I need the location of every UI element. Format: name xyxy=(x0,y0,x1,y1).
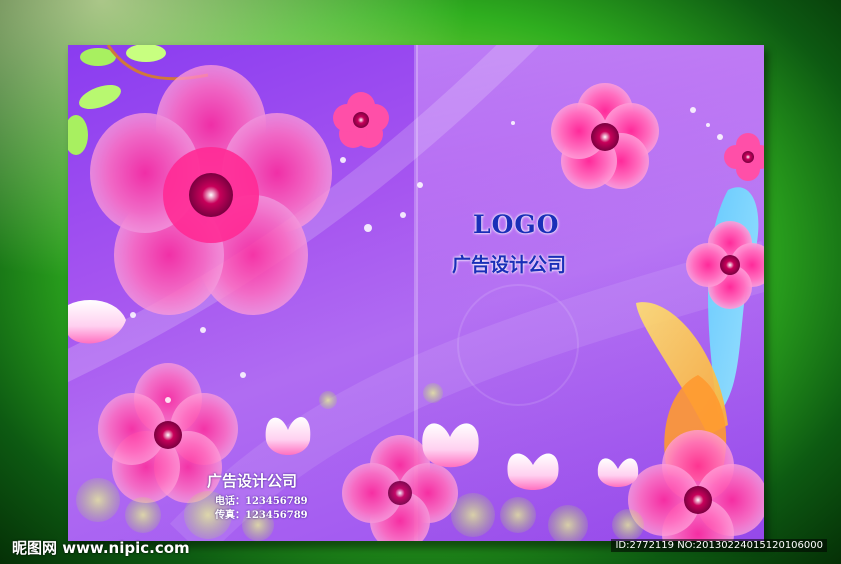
brochure-cover-spread xyxy=(68,45,764,541)
floral-artwork xyxy=(68,45,764,541)
pink-flower-right-bottom xyxy=(628,430,764,541)
small-pink-flower-top xyxy=(333,92,389,148)
phone-number: 电话：123456789 xyxy=(215,496,308,507)
fax-number: 传真：123456789 xyxy=(215,510,308,521)
nipic-watermark: 昵图网 www.nipic.com xyxy=(12,539,190,557)
company-logo-text: LOGO xyxy=(473,210,560,239)
image-id-watermark: ID:2772119 NO:20130224015120106000 xyxy=(611,539,827,552)
pink-flower-right-edge xyxy=(724,133,764,181)
large-pink-flower xyxy=(90,65,332,315)
back-cover-company-name: 广告设计公司 xyxy=(207,472,298,490)
front-cover-company-name: 广告设计公司 xyxy=(452,254,567,276)
pink-flower-right-top xyxy=(551,83,659,189)
